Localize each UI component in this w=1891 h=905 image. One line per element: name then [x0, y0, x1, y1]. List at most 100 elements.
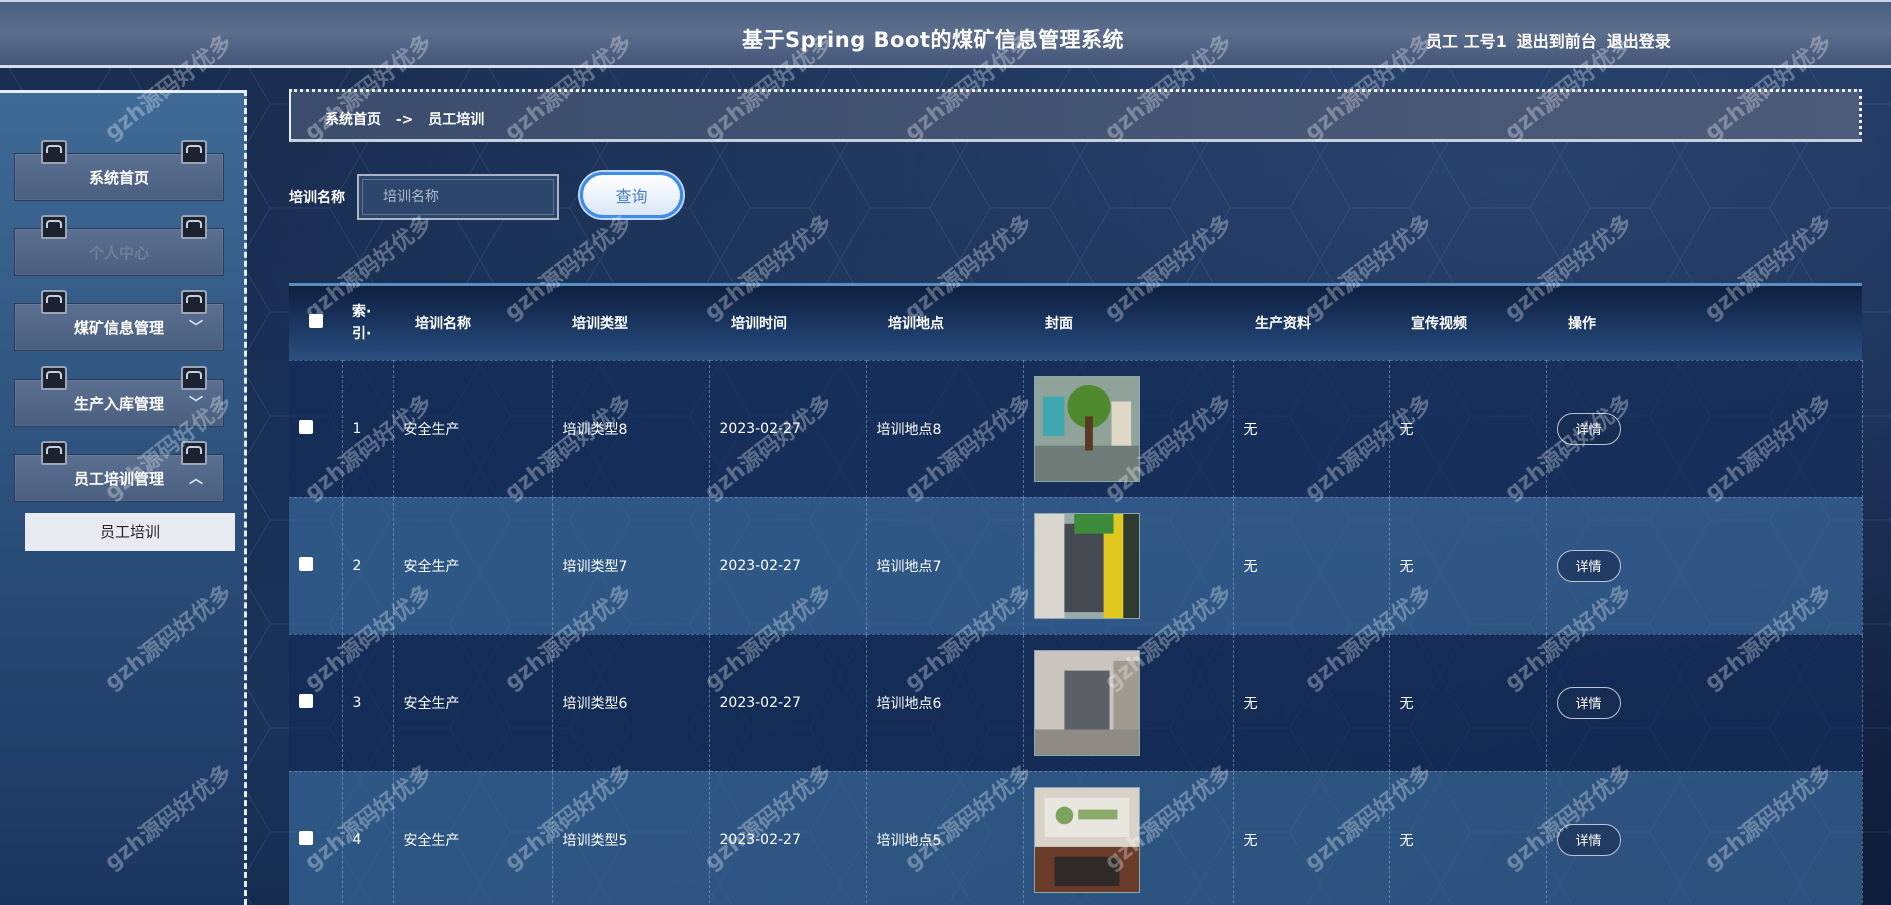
table-row: 3 安全生产 培训类型6 2023-02-27 培训地点6 无 无 详情 — [289, 633, 1863, 771]
row-video: 无 — [1389, 496, 1547, 634]
checkbox-icon[interactable] — [299, 556, 313, 571]
checkbox-icon[interactable] — [299, 419, 313, 434]
table-header-row: 索· 引· 培训名称 培训类型 培训时间 培训地点 封面 生产资料 宣传视频 操… — [289, 286, 1862, 360]
row-cover — [1023, 359, 1234, 497]
row-place: 培训地点6 — [866, 633, 1024, 771]
row-select-cell — [289, 359, 343, 497]
checkbox-icon[interactable] — [299, 693, 313, 708]
row-action-cell: 详情 — [1546, 633, 1863, 771]
back-to-front-link[interactable]: 退出到前台 — [1517, 28, 1597, 52]
row-action-cell: 详情 — [1546, 359, 1863, 497]
row-index: 1 — [342, 359, 394, 497]
sidebar: 系统首页 个人中心 煤矿信息管理 ﹀ 生产入库管理 ﹀ 员工培训管理 ︿ 员工培… — [0, 90, 247, 905]
cover-image[interactable] — [1033, 512, 1140, 619]
sidebar-item-label: 煤矿信息管理 — [73, 319, 164, 337]
sidebar-item-label: 系统首页 — [88, 169, 149, 187]
clip-icon — [41, 140, 67, 164]
clip-icon — [41, 290, 67, 314]
row-place: 培训地点8 — [866, 359, 1024, 497]
chevron-down-icon: ﹀ — [189, 320, 203, 336]
header-time: 培训时间 — [731, 315, 787, 332]
row-index: 3 — [342, 633, 394, 771]
row-name: 安全生产 — [393, 359, 553, 497]
row-type: 培训类型6 — [552, 633, 710, 771]
sidebar-item-home[interactable]: 系统首页 — [14, 140, 224, 201]
search-button[interactable]: 查询 — [580, 172, 683, 218]
search-label: 培训名称 — [289, 190, 345, 206]
row-type: 培训类型8 — [552, 359, 710, 497]
detail-button[interactable]: 详情 — [1556, 412, 1621, 445]
row-name: 安全生产 — [393, 496, 553, 634]
sidebar-subitem-employee-training[interactable]: 员工培训 — [25, 513, 235, 551]
header-select-all[interactable] — [289, 286, 342, 360]
row-cover — [1023, 770, 1234, 905]
header-place: 培训地点 — [888, 315, 944, 332]
row-video: 无 — [1389, 633, 1547, 771]
header-cover: 封面 — [1045, 315, 1073, 332]
user-label: 员工 工号1 — [1426, 32, 1507, 51]
cover-image[interactable] — [1033, 786, 1140, 893]
header-action: 操作 — [1568, 315, 1596, 332]
row-action-cell: 详情 — [1546, 770, 1863, 905]
row-index: 4 — [342, 770, 394, 905]
clip-icon — [41, 366, 67, 390]
row-cover — [1023, 633, 1234, 771]
row-time: 2023-02-27 — [709, 770, 867, 905]
row-time: 2023-02-27 — [709, 633, 867, 771]
row-material: 无 — [1233, 496, 1390, 634]
breadcrumb-separator: -> — [395, 112, 414, 128]
header-name: 培训名称 — [415, 315, 471, 332]
header-index: 索· 引· — [352, 303, 372, 342]
row-name: 安全生产 — [393, 770, 553, 905]
chevron-up-icon: ︿ — [189, 471, 203, 487]
checkbox-icon[interactable] — [309, 313, 323, 328]
clip-icon — [41, 441, 67, 465]
row-select-cell — [289, 770, 343, 905]
row-cover — [1023, 496, 1234, 634]
row-video: 无 — [1389, 359, 1547, 497]
header-video: 宣传视频 — [1411, 315, 1467, 332]
header-material: 生产资料 — [1255, 315, 1311, 332]
clip-icon — [181, 140, 207, 164]
search-input[interactable] — [357, 174, 559, 220]
row-video: 无 — [1389, 770, 1547, 905]
logout-link[interactable]: 退出登录 — [1607, 28, 1671, 52]
row-place: 培训地点5 — [866, 770, 1024, 905]
row-material: 无 — [1233, 770, 1390, 905]
sidebar-item-coal-info[interactable]: 煤矿信息管理 ﹀ — [14, 290, 224, 351]
sidebar-item-label: 员工培训管理 — [73, 470, 164, 488]
breadcrumb: 系统首页 -> 员工培训 — [289, 89, 1862, 142]
table-row: 4 安全生产 培训类型5 2023-02-27 培训地点5 无 无 详情 — [289, 770, 1863, 905]
detail-button[interactable]: 详情 — [1556, 549, 1621, 582]
row-time: 2023-02-27 — [709, 359, 867, 497]
detail-button[interactable]: 详情 — [1556, 823, 1621, 856]
sidebar-item-production[interactable]: 生产入库管理 ﹀ — [14, 366, 224, 427]
cover-image[interactable] — [1033, 649, 1140, 756]
row-action-cell: 详情 — [1546, 496, 1863, 634]
row-name: 安全生产 — [393, 633, 553, 771]
cover-image[interactable] — [1033, 375, 1140, 482]
row-type: 培训类型5 — [552, 770, 710, 905]
sidebar-item-label: 生产入库管理 — [73, 395, 164, 413]
row-material: 无 — [1233, 633, 1390, 771]
training-table: 索· 引· 培训名称 培训类型 培训时间 培训地点 封面 生产资料 宣传视频 操… — [289, 283, 1863, 905]
table-row: 2 安全生产 培训类型7 2023-02-27 培训地点7 无 无 详情 — [289, 496, 1863, 634]
detail-button[interactable]: 详情 — [1556, 686, 1621, 719]
sidebar-item-label: 个人中心 — [88, 244, 149, 262]
chevron-down-icon: ﹀ — [189, 396, 203, 412]
row-index: 2 — [342, 496, 394, 634]
checkbox-icon[interactable] — [299, 830, 313, 845]
sidebar-item-profile[interactable]: 个人中心 — [14, 215, 224, 276]
header-type: 培训类型 — [572, 315, 628, 332]
sidebar-item-training[interactable]: 员工培训管理 ︿ — [14, 441, 224, 502]
breadcrumb-home[interactable]: 系统首页 — [325, 112, 381, 128]
row-select-cell — [289, 496, 343, 634]
row-place: 培训地点7 — [866, 496, 1024, 634]
row-material: 无 — [1233, 359, 1390, 497]
row-select-cell — [289, 633, 343, 771]
row-type: 培训类型7 — [552, 496, 710, 634]
top-header: 基于Spring Boot的煤矿信息管理系统 员工 工号1 退出到前台 退出登录 — [0, 0, 1891, 68]
header-user-links: 员工 工号1 退出到前台 退出登录 — [1426, 28, 1671, 52]
table-row: 1 安全生产 培训类型8 2023-02-27 培训地点8 无 无 详情 — [289, 359, 1863, 497]
clip-icon — [181, 215, 207, 239]
